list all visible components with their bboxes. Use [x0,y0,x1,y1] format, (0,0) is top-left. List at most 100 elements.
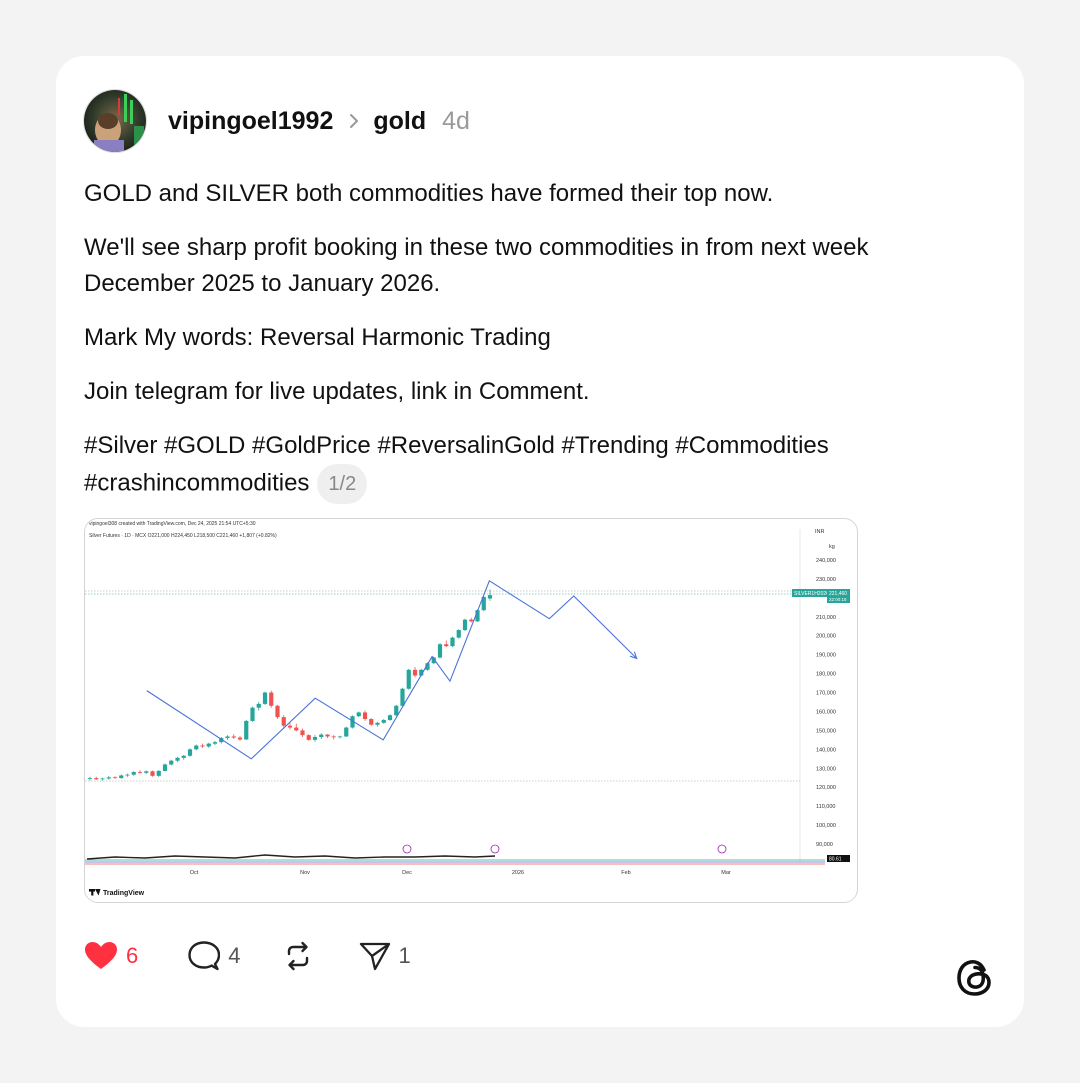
candle-body [331,736,336,738]
candle-body [362,712,368,720]
candle-body [312,737,318,740]
action-bar: 6 4 1 [84,938,445,974]
candle-body [212,742,218,744]
candle-body [412,669,418,676]
y-tick-label: 120,000 [816,785,836,791]
candle-body [287,725,293,728]
y-tick-label: 230,000 [816,577,836,583]
y-tick-label: 170,000 [816,691,836,697]
post-timestamp[interactable]: 4d [442,107,470,136]
candle-body [344,727,349,737]
unit-label: kg [829,544,835,550]
like-count: 6 [126,943,139,968]
hashtags[interactable]: #Silver #GOLD #GoldPrice #ReversalinGold… [84,432,829,496]
candle-body [369,719,374,725]
like-button[interactable]: 6 [84,941,138,971]
y-tick-label: 160,000 [816,709,836,715]
candle-body [256,703,261,708]
candle-body [400,688,405,706]
candle-body [169,760,174,765]
candle-body [87,778,93,779]
post-paragraph: GOLD and SILVER both commodities have fo… [84,180,774,207]
price-tag-countdown: 22:00:18 [829,597,847,602]
comment-icon [188,941,221,971]
candle-body [381,719,386,723]
heart-icon [85,942,117,969]
y-tick-label: 130,000 [816,766,836,772]
candle-body [269,692,274,706]
candle-body [300,730,305,736]
currency-label: INR [815,529,825,535]
y-tick-label: 150,000 [816,728,836,734]
candle-body [125,774,130,776]
candle-body [294,727,299,731]
share-button[interactable]: 1 [359,941,411,971]
candle-body [262,692,268,704]
username-link[interactable]: vipingoel1992 [168,107,333,136]
candle-body [112,777,118,779]
y-tick-label: 210,000 [816,615,836,621]
topic-link[interactable]: gold [373,107,426,136]
x-tick-label: Mar [721,870,731,876]
price-tag-symbol: SILVER1H2026 [794,591,829,597]
y-tick-label: 180,000 [816,672,836,678]
x-tick-label: 2026 [512,870,524,876]
y-tick-label: 190,000 [816,653,836,659]
candle-body [337,736,343,738]
candle-body [281,717,286,726]
y-tick-label: 240,000 [816,558,836,564]
candle-body [450,637,455,647]
share-count: 1 [398,943,411,968]
candle-body [237,737,243,740]
post-paragraph: We'll see sharp profit booking in these … [84,234,869,297]
candle-body [487,595,493,599]
candle-body [406,669,411,689]
image-pager-badge: 1/2 [317,464,368,504]
x-tick-label: Feb [621,870,630,876]
y-tick-label: 90,000 [816,842,833,848]
candle-body [375,722,380,725]
candle-body [106,777,111,779]
avatar[interactable] [83,89,147,153]
candle-body [200,745,205,747]
candle-body [250,707,255,721]
oscillator-value: 80.61 [829,857,842,863]
comment-count: 4 [228,943,241,968]
post-paragraph: Join telegram for live updates, link in … [84,378,590,405]
candle-body [94,778,99,780]
repost-button[interactable] [283,941,313,971]
threads-logo-icon[interactable] [954,957,996,999]
chevron-right-icon [350,114,359,128]
candle-body [231,736,236,738]
post-text: GOLD and SILVER both commodities have fo… [84,176,984,504]
chart-image[interactable]: vipingoel308 created with TradingView.co… [84,518,858,903]
send-icon [359,942,390,971]
candle-body [119,775,124,779]
candle-body [462,619,468,631]
candle-body [225,736,230,738]
candle-body [387,715,393,720]
comment-button[interactable]: 4 [188,941,241,971]
candle-body [137,772,143,773]
candle-body [394,705,399,716]
candle-body [175,757,180,761]
candle-body [444,644,449,647]
tradingview-brand: TradingView [103,890,145,897]
post-paragraph: Mark My words: Reversal Harmonic Trading [84,324,551,351]
chart-header-text: vipingoel308 created with TradingView.co… [89,521,256,527]
x-tick-label: Nov [300,870,310,876]
candle-body [144,771,149,773]
y-tick-label: 110,000 [816,804,835,810]
candle-body [319,734,324,738]
candle-body [156,770,161,776]
post-card: vipingoel1992 gold 4d GOLD and SILVER bo… [56,56,1024,1027]
post-header: vipingoel1992 gold 4d [83,89,470,153]
candle-body [306,735,311,740]
candle-body [206,743,211,747]
candle-body [244,720,249,740]
repost-icon [287,941,308,971]
candle-body [194,745,199,750]
candle-body [162,764,168,771]
candle-body [181,755,186,758]
y-tick-label: 140,000 [816,747,836,753]
